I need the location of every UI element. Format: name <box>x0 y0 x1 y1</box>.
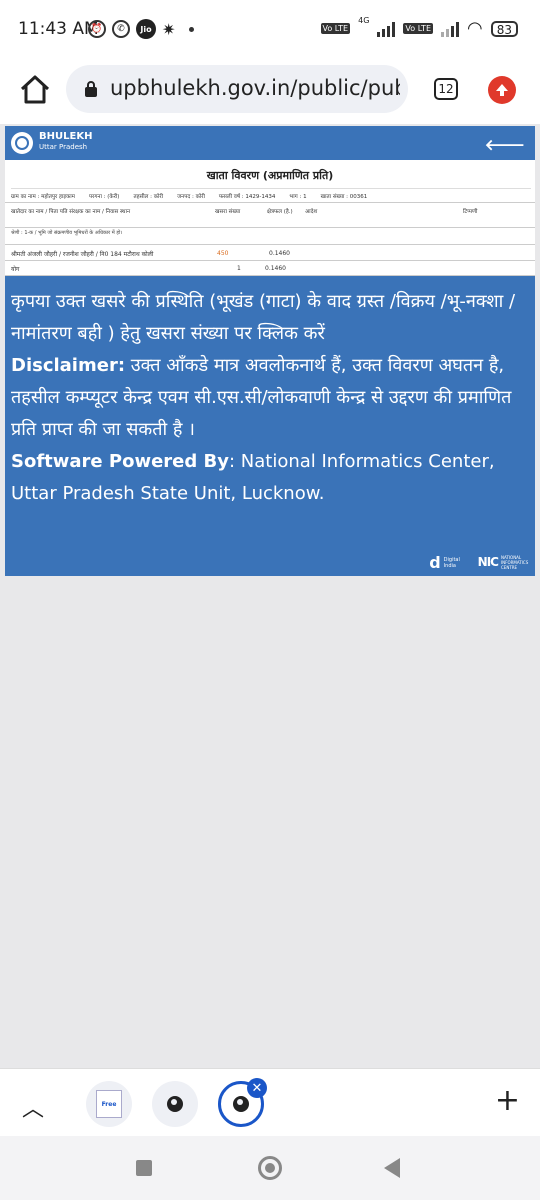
document-title: खाता विवरण (अप्रमाणित प्रति) <box>206 169 334 182</box>
chevron-up-icon[interactable]: ︿ <box>22 1091 44 1123</box>
disclaimer-label: Disclaimer: <box>11 355 126 376</box>
portal-header: BHULEKH Uttar Pradesh 🡐 <box>5 126 535 160</box>
category-label: श्रेणी : 1-क / भूमि जो संक्रमणीय भूमिधरो… <box>11 230 123 236</box>
tab-thumbnail-1[interactable]: Free <box>86 1081 132 1127</box>
footer-logos: d Digital India NIC NATIONAL INFORMATICS … <box>429 552 529 572</box>
back-nav-icon[interactable] <box>384 1158 400 1178</box>
tab-preview-image: Free <box>96 1090 122 1118</box>
close-icon[interactable]: ✕ <box>247 1078 267 1098</box>
status-bar: 11:43 AM ⏰ ✆ Jio ✷ Vo LTE 4G Vo LTE ◠ 83 <box>0 0 540 56</box>
system-nav-bar <box>0 1136 540 1200</box>
jio-icon: Jio <box>136 19 156 39</box>
digital-india-logo: d Digital India <box>429 552 460 572</box>
globe-icon <box>233 1096 249 1112</box>
khasra-link[interactable]: 450 <box>217 250 228 257</box>
recents-icon[interactable] <box>136 1160 152 1176</box>
bottom-toolbar: ︿ Free ✕ + <box>0 1068 540 1137</box>
powered-label: Software Powered By <box>11 451 229 472</box>
meta-row: ग्राम का नाम : महोतपुर हाइकाम परगना : (क… <box>11 188 531 200</box>
total-row: योग 1 0.1460 <box>5 260 535 276</box>
signal-icon <box>377 21 396 37</box>
tab-switcher-button[interactable]: 12 <box>434 78 458 100</box>
new-tab-plus-icon[interactable]: + <box>495 1083 520 1118</box>
lock-icon <box>85 81 97 97</box>
khata-document: खाता विवरण (अप्रमाणित प्रति) ग्राम का ना… <box>5 160 535 276</box>
network-label: 4G <box>358 16 370 25</box>
notice-text: कृपया उक्त खसरे की प्रस्थिति (भूखंड (गाट… <box>11 286 531 510</box>
nic-logo: NIC NATIONAL INFORMATICS CENTRE <box>477 555 529 570</box>
portal-brand: BHULEKH Uttar Pradesh <box>39 131 93 151</box>
upload-icon[interactable] <box>488 76 516 104</box>
back-arrow-icon[interactable]: 🡐 <box>485 135 525 154</box>
table-row: श्रीमती अंजली जौहरी / रजनीश जौहरी / नि0 … <box>5 244 535 261</box>
tab-thumbnail-2[interactable] <box>152 1081 198 1127</box>
table-header: खातेदार का नाम / पिता पति संरक्षक का नाम… <box>5 202 535 228</box>
tab-thumbnail-active[interactable]: ✕ <box>218 1078 267 1127</box>
volte-icon-2: Vo LTE <box>403 23 433 34</box>
battery-icon: 83 <box>490 20 518 37</box>
status-time: 11:43 AM <box>18 19 99 39</box>
home-icon[interactable] <box>18 72 52 106</box>
address-bar[interactable]: upbhulekh.gov.in/public/publ <box>66 65 408 113</box>
instruction-text: कृपया उक्त खसरे की प्रस्थिति (भूखंड (गाट… <box>11 291 516 344</box>
globe-icon <box>167 1096 183 1112</box>
alarm-icon: ⏰ <box>88 20 106 38</box>
up-emblem-icon <box>11 132 33 154</box>
page-content: BHULEKH Uttar Pradesh 🡐 खाता विवरण (अप्र… <box>0 124 540 1068</box>
home-nav-icon[interactable] <box>258 1156 282 1180</box>
browser-toolbar: upbhulekh.gov.in/public/publ 12 <box>0 56 540 124</box>
signal-icon-2 <box>441 21 459 37</box>
settings-icon: ✷ <box>162 19 176 39</box>
volte-icon: Vo LTE <box>320 23 351 34</box>
bhulekh-panel: BHULEKH Uttar Pradesh 🡐 खाता विवरण (अप्र… <box>5 126 535 576</box>
notification-dot-icon <box>189 26 195 32</box>
whatsapp-icon: ✆ <box>112 20 130 38</box>
wifi-icon: ◠ <box>467 18 483 39</box>
url-text: upbhulekh.gov.in/public/publ <box>110 76 400 100</box>
